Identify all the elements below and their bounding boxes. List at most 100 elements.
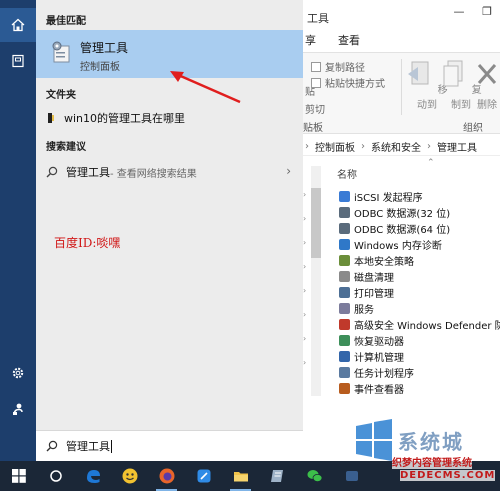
- breadcrumb-control-panel[interactable]: 控制面板: [315, 139, 355, 154]
- file-list-item[interactable]: 任务计划程序: [339, 364, 500, 380]
- chevron-right-icon[interactable]: ›: [286, 164, 291, 178]
- file-list-item[interactable]: Windows 内存诊断: [339, 236, 500, 252]
- red-arrow-icon: [170, 71, 241, 104]
- home-icon: [11, 18, 25, 32]
- baidu-id-annotation: 百度ID:啖嘿: [54, 236, 121, 250]
- file-list-item-label: 磁盘清理: [354, 272, 394, 284]
- copy-path-label: 复制路径: [325, 63, 365, 74]
- file-list-item[interactable]: iSCSI 发起程序: [339, 188, 500, 204]
- ribbon: 贴 剪切 复制路径 粘贴快捷方式 贴板 移动到 复制到 删除 组织: [301, 52, 500, 134]
- watermark-brand: 系统城: [398, 430, 464, 454]
- search-icon: [46, 166, 58, 178]
- file-list-item[interactable]: 本地安全策略: [339, 252, 500, 268]
- admin-tools-icon: [52, 41, 70, 63]
- paste-shortcut-label: 粘贴快捷方式: [325, 79, 385, 90]
- ribbon-divider: [401, 59, 402, 115]
- cortana-circle-icon: [49, 470, 62, 482]
- delete-button[interactable]: 删除: [471, 59, 500, 111]
- file-list-item[interactable]: 事件查看器: [339, 380, 500, 396]
- tab-share[interactable]: 享: [305, 32, 316, 52]
- file-list-item[interactable]: ODBC 数据源(32 位): [339, 204, 500, 220]
- taskbar-notes[interactable]: [185, 461, 222, 491]
- nav-scrollbar-thumb[interactable]: [311, 188, 321, 258]
- expand-arrow-icon[interactable]: ›: [303, 190, 306, 199]
- taskbar-search-box[interactable]: 管理工具: [36, 430, 303, 461]
- feedback-button[interactable]: [0, 392, 36, 426]
- file-list-item[interactable]: 服务: [339, 300, 500, 316]
- web-search-suggestion[interactable]: 管理工具 - 查看网络搜索结果 ›: [36, 160, 303, 184]
- expand-arrow-icon[interactable]: ›: [303, 238, 306, 247]
- expand-arrow-icon[interactable]: ›: [303, 334, 306, 343]
- search-icon: [46, 440, 58, 452]
- tab-view[interactable]: 查看: [338, 32, 360, 52]
- minimize-icon[interactable]: —: [445, 0, 473, 22]
- restore-icon[interactable]: ❐: [473, 0, 500, 22]
- expand-arrow-icon[interactable]: ›: [303, 358, 306, 367]
- file-list-item[interactable]: 计算机管理: [339, 348, 500, 364]
- file-list-item-label: 事件查看器: [354, 384, 404, 396]
- shortcut-icon: [339, 286, 350, 298]
- ribbon-tabs: 享 查看: [301, 32, 360, 52]
- address-bar[interactable]: › 控制面板 › 系统和安全 › 管理工具: [301, 138, 500, 156]
- expand-arrow-icon[interactable]: ›: [303, 214, 306, 223]
- shortcut-icon: [339, 382, 350, 394]
- paste-shortcut-button[interactable]: 粘贴快捷方式: [311, 75, 385, 90]
- person-feedback-icon: [13, 403, 23, 416]
- best-match-title: 管理工具: [80, 41, 129, 55]
- clipboard-group-label: 贴板: [303, 123, 323, 134]
- face-app-icon: [122, 468, 137, 484]
- expand-arrow-icon[interactable]: ›: [303, 286, 306, 295]
- shortcut-icon: [339, 318, 350, 330]
- file-explorer-window: 工具 — ❐ 享 查看 贴 剪切 复制路径 粘贴快捷方式 贴板 移动到 复制到 …: [300, 0, 500, 430]
- folders-header: 文件夹: [46, 90, 76, 101]
- taskbar-app-face[interactable]: [111, 461, 148, 491]
- file-list-item[interactable]: 恢复驱动器: [339, 332, 500, 348]
- home-button[interactable]: [0, 8, 36, 42]
- wechat-icon: [307, 470, 322, 482]
- cut-button[interactable]: 剪切: [305, 101, 325, 116]
- edge-browser-icon: [86, 470, 100, 483]
- gear-icon: [12, 367, 24, 379]
- task-view-button[interactable]: [37, 461, 74, 491]
- shortcut-icon: [339, 366, 350, 378]
- file-list-item-label: 打印管理: [354, 288, 394, 300]
- taskbar-notebook[interactable]: [259, 461, 296, 491]
- shortcut-icon: [339, 270, 350, 282]
- documents-button[interactable]: [0, 44, 36, 78]
- sort-caret-icon: ⌃: [427, 158, 435, 168]
- shortcut-icon: [339, 190, 350, 202]
- file-list-item[interactable]: ODBC 数据源(64 位): [339, 220, 500, 236]
- taskbar-edge[interactable]: [74, 461, 111, 491]
- search-suggestions-header: 搜索建议: [46, 142, 86, 153]
- column-header-name[interactable]: 名称: [337, 166, 357, 181]
- document-icon: [12, 54, 24, 68]
- file-list-item-label: 恢复驱动器: [354, 336, 404, 348]
- search-input[interactable]: 管理工具: [66, 439, 112, 453]
- organize-group-label: 组织: [463, 123, 483, 134]
- watermark-caption: 织梦内容管理系统: [392, 454, 472, 469]
- shortcut-icon: [339, 238, 350, 250]
- suggestion-suffix: - 查看网络搜索结果: [110, 168, 197, 180]
- file-list-item[interactable]: 高级安全 Windows Defender 防火墙: [339, 316, 500, 332]
- explorer-title-bar: 工具 — ❐: [301, 0, 500, 30]
- settings-button[interactable]: [0, 356, 36, 390]
- navigation-pane: › › › › › › › ›: [301, 166, 325, 396]
- file-list-item[interactable]: 打印管理: [339, 284, 500, 300]
- windows-logo-icon: [11, 469, 26, 483]
- file-list: iSCSI 发起程序 ODBC 数据源(32 位) ODBC 数据源(64 位) Wi…: [339, 188, 500, 396]
- expand-arrow-icon[interactable]: ›: [303, 310, 306, 319]
- breadcrumb-system-security[interactable]: 系统和安全: [371, 139, 421, 154]
- file-list-item-label: 服务: [354, 304, 374, 316]
- copy-path-button[interactable]: 复制路径: [311, 59, 365, 74]
- breadcrumb-admin-tools[interactable]: 管理工具: [437, 139, 477, 154]
- folder-icon: [233, 472, 248, 482]
- taskbar-firefox[interactable]: [148, 461, 185, 491]
- expand-arrow-icon[interactable]: ›: [303, 262, 306, 271]
- file-list-item[interactable]: 磁盘清理: [339, 268, 500, 284]
- taskbar-file-explorer[interactable]: [222, 461, 259, 491]
- start-menu-rail: [0, 0, 36, 461]
- start-button[interactable]: [0, 461, 37, 491]
- file-list-item-label: Windows 内存诊断: [354, 240, 442, 252]
- explorer-title: 工具: [307, 12, 329, 25]
- taskbar-wechat[interactable]: [296, 461, 333, 491]
